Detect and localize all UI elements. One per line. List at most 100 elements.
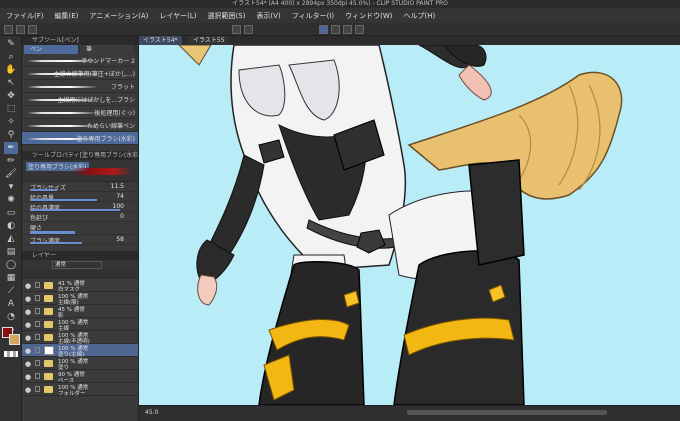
brush-item[interactable]: 主線用にはぼかしを...ブラシ: [22, 93, 138, 106]
layer-row[interactable]: ● 45 % 通常影: [22, 305, 138, 319]
brush-item-selected[interactable]: 塗り専用ブラシ(水彩): [22, 132, 138, 145]
move-tool-icon[interactable]: ✥: [4, 90, 18, 102]
hand-tool-icon[interactable]: ✋: [4, 64, 18, 76]
eye-icon[interactable]: ●: [25, 373, 31, 381]
brush-item[interactable]: 主線の線筆用(筆圧+ぼかし...): [22, 67, 138, 80]
layer-row[interactable]: ● 100 % 通常 主線: [22, 318, 138, 332]
menu-edit[interactable]: 編集(E): [55, 11, 79, 21]
folder-icon: [44, 334, 53, 341]
layer-row[interactable]: ● 100 % 通常 塗り(主線): [22, 344, 138, 358]
brush-item[interactable]: フラット: [22, 80, 138, 93]
blend-icon[interactable]: ◐: [4, 220, 18, 232]
eye-icon[interactable]: ●: [25, 360, 31, 368]
menu-help[interactable]: ヘルプ(H): [403, 11, 435, 21]
eraser-icon[interactable]: ▭: [4, 207, 18, 219]
zoom-readout[interactable]: 45.0: [145, 409, 158, 416]
lock-icon[interactable]: [35, 308, 40, 314]
snap-line-icon[interactable]: [319, 25, 328, 34]
airbrush-icon[interactable]: ▾: [4, 181, 18, 193]
prop-slider[interactable]: [30, 242, 83, 244]
tool-property-header: ツールプロパティ[塗り専用ブラシ(水彩)]: [22, 151, 138, 160]
eye-icon[interactable]: ●: [25, 347, 31, 355]
brush-item-label: 塗り専用ブラシ(水彩): [76, 136, 135, 143]
pen-tool-icon[interactable]: ✎: [4, 38, 18, 50]
brush-item[interactable]: ためらい線筆ペン: [22, 119, 138, 132]
eye-icon[interactable]: ●: [25, 334, 31, 342]
lock-icon[interactable]: [35, 334, 40, 340]
eye-icon[interactable]: ●: [25, 295, 31, 303]
text-icon[interactable]: A: [4, 298, 18, 310]
menu-layer[interactable]: レイヤー(L): [159, 11, 196, 21]
snap-ruler-icon[interactable]: [331, 25, 340, 34]
brush-item[interactable]: 後処理用(ぐっ): [22, 106, 138, 119]
canvas-tab-active[interactable]: イラスト54*: [139, 36, 182, 45]
fill-icon[interactable]: ◭: [4, 233, 18, 245]
pen-icon[interactable]: ✒: [4, 142, 18, 154]
canvas-tab[interactable]: イラスト55: [189, 36, 229, 45]
selection-tool-icon[interactable]: ⬚: [4, 103, 18, 115]
eyedropper-icon[interactable]: ⚲: [4, 129, 18, 141]
paint-amount-row[interactable]: 絵の具量74: [22, 192, 138, 202]
canvas[interactable]: [139, 45, 680, 405]
eye-icon[interactable]: ●: [25, 282, 31, 290]
snap-grid-icon[interactable]: [343, 25, 352, 34]
undo-icon[interactable]: [232, 25, 241, 34]
balloon-icon[interactable]: ◔: [4, 311, 18, 323]
operation-tool-icon[interactable]: ↖: [4, 77, 18, 89]
figure-icon[interactable]: ◯: [4, 259, 18, 271]
transparent-color-swatch[interactable]: [4, 351, 18, 357]
gradient-icon[interactable]: ▤: [4, 246, 18, 258]
sub-color-swatch[interactable]: [9, 334, 20, 345]
lock-icon[interactable]: [35, 282, 40, 288]
lock-icon[interactable]: [35, 373, 40, 379]
frame-icon[interactable]: ▦: [4, 272, 18, 284]
layer-row[interactable]: ● 90 % 通常 ベース: [22, 370, 138, 384]
save-icon[interactable]: [28, 25, 37, 34]
decoration-icon[interactable]: ✺: [4, 194, 18, 206]
brush-size-row[interactable]: ブラシサイズ11.5: [22, 182, 138, 192]
layer-row[interactable]: ● 100 % 通常 フォルダー: [22, 383, 138, 397]
blend-mode-select[interactable]: 通常: [52, 261, 102, 269]
layer-row[interactable]: ● 41 % 通常 白マスク: [22, 279, 138, 293]
menu-filter[interactable]: フィルター(I): [292, 11, 334, 21]
open-icon[interactable]: [16, 25, 25, 34]
horizontal-scrollbar[interactable]: [407, 410, 607, 415]
tab-pen[interactable]: ペン: [24, 45, 78, 54]
lock-icon[interactable]: [35, 386, 40, 392]
menu-animation[interactable]: アニメーション(A): [89, 11, 148, 21]
prop-slider[interactable]: [30, 231, 75, 234]
brush-icon[interactable]: 🖌: [4, 168, 18, 180]
brush-density-row[interactable]: ブラシ濃度58: [22, 235, 138, 245]
eye-icon[interactable]: ●: [25, 308, 31, 316]
new-icon[interactable]: [4, 25, 13, 34]
layer-row[interactable]: ● 100 % 通常 塗り: [22, 357, 138, 371]
eye-icon[interactable]: ●: [25, 321, 31, 329]
tab-brush[interactable]: 筆: [80, 45, 134, 54]
layer-row[interactable]: ● 100 % 通常 主線(不透明): [22, 331, 138, 345]
lock-icon[interactable]: [35, 347, 40, 353]
lock-icon[interactable]: [35, 360, 40, 366]
layer-row[interactable]: ● 100 % 通常 主線(服): [22, 292, 138, 306]
prop-slider[interactable]: [30, 189, 57, 191]
color-stretch-row[interactable]: 色延び 0: [22, 212, 138, 222]
menu-view[interactable]: 表示(V): [256, 11, 280, 21]
pencil-icon[interactable]: ✏: [4, 155, 18, 167]
auto-select-icon[interactable]: ✧: [4, 116, 18, 128]
ruler-icon[interactable]: ⟋: [4, 285, 18, 297]
snap-special-icon[interactable]: [355, 25, 364, 34]
layer-name: フォルダー: [58, 391, 86, 397]
zoom-tool-icon[interactable]: ⌕: [4, 51, 18, 63]
lock-icon[interactable]: [35, 321, 40, 327]
menu-window[interactable]: ウィンドウ(W): [345, 11, 392, 21]
menu-select[interactable]: 選択範囲(S): [208, 11, 246, 21]
hardness-row[interactable]: 硬さ: [22, 222, 138, 235]
prop-slider[interactable]: [30, 199, 97, 201]
lock-icon[interactable]: [35, 295, 40, 301]
menu-bar: ファイル(F) 編集(E) アニメーション(A) レイヤー(L) 選択範囲(S)…: [0, 8, 680, 23]
brush-item[interactable]: ラウンドマーカー 2: [22, 54, 138, 67]
menu-file[interactable]: ファイル(F): [6, 11, 44, 21]
prop-slider[interactable]: [30, 209, 120, 211]
eye-icon[interactable]: ●: [25, 386, 31, 394]
paint-density-row[interactable]: 絵の具濃度100: [22, 202, 138, 212]
redo-icon[interactable]: [244, 25, 253, 34]
